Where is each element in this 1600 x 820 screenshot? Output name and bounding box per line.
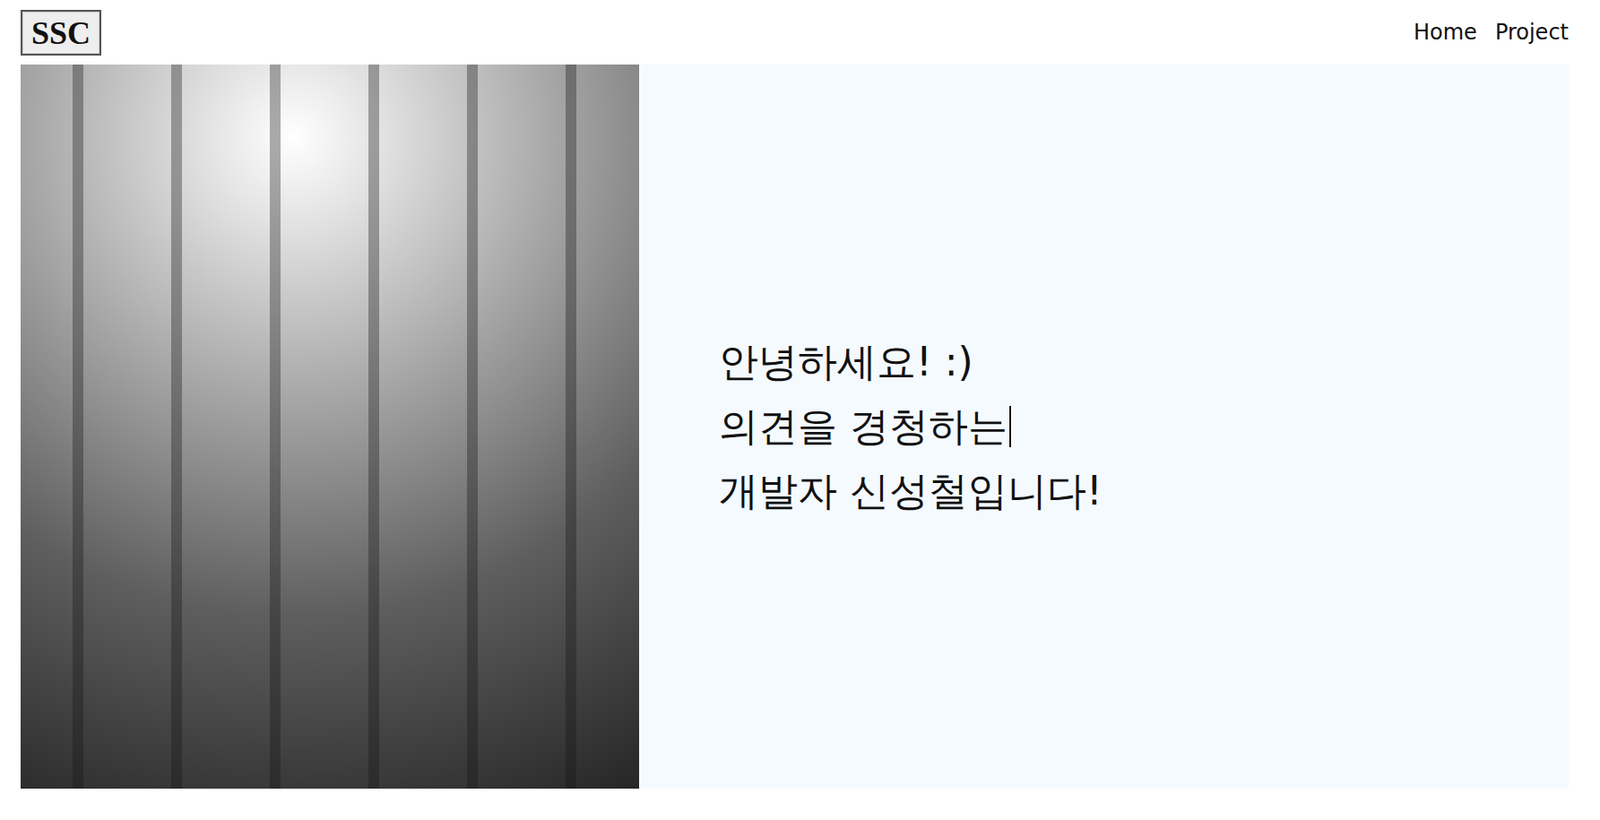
main: 안녕하세요! :)의견을 경청하는개발자 신성철입니다!: [20, 64, 1569, 789]
intro-text: 안녕하세요! :)의견을 경청하는개발자 신성철입니다!: [718, 329, 1103, 524]
typing-cursor: [1009, 406, 1012, 448]
intro-line: 개발자 신성철입니다!: [718, 458, 1103, 524]
nav-link[interactable]: Project: [1495, 19, 1569, 45]
intro-panel: 안녕하세요! :)의견을 경청하는개발자 신성철입니다!: [639, 64, 1569, 789]
header: SSC Home Project: [20, 0, 1569, 65]
nav-link[interactable]: Home: [1413, 19, 1478, 45]
nav: Home Project: [1413, 19, 1569, 45]
intro-line: 의견을 경청하는: [718, 394, 1103, 459]
intro-line: 안녕하세요! :): [718, 329, 1103, 395]
page: SSC Home Project 안녕하세요! :)의견을 경청하는개발자 신성철입니…: [0, 0, 1600, 789]
hero-photo: [20, 64, 640, 789]
logo[interactable]: SSC: [20, 9, 102, 56]
